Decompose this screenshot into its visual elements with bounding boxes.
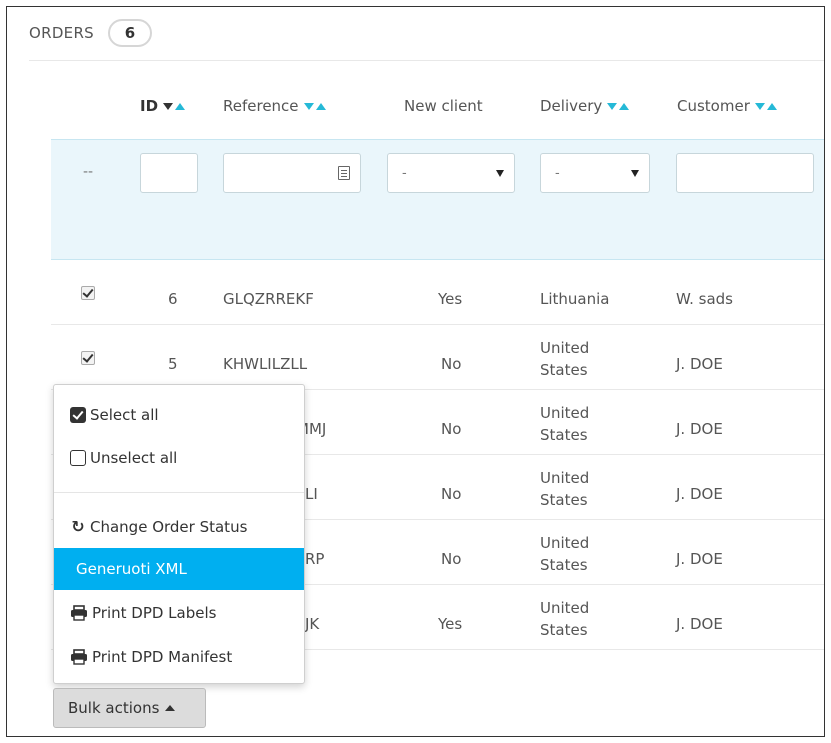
checked-box-icon bbox=[70, 407, 86, 423]
row-reference: GLQZRREKF bbox=[223, 290, 314, 308]
row-customer: J. DOE bbox=[676, 355, 723, 373]
orders-panel: ORDERS 6 ID Reference New client Deliver… bbox=[6, 6, 825, 737]
sort-asc-icon[interactable] bbox=[766, 102, 777, 110]
column-label-delivery: Delivery bbox=[540, 97, 603, 115]
column-label-reference: Reference bbox=[223, 97, 299, 115]
row-new-client: No bbox=[441, 420, 462, 438]
table-row[interactable]: 6 GLQZRREKF Yes Lithuania W. sads bbox=[51, 260, 824, 325]
row-new-client: Yes bbox=[438, 290, 463, 308]
row-delivery: Lithuania bbox=[540, 290, 610, 308]
new-client-filter-value: - bbox=[402, 165, 407, 181]
row-customer: W. sads bbox=[676, 290, 733, 308]
calendar-icon bbox=[338, 166, 350, 180]
row-reference: RP bbox=[305, 550, 325, 568]
sort-asc-icon[interactable] bbox=[619, 102, 630, 110]
row-new-client: No bbox=[441, 485, 462, 503]
row-delivery: United States bbox=[540, 599, 590, 639]
column-header-customer: Customer bbox=[677, 97, 777, 115]
row-new-client: Yes bbox=[438, 615, 463, 633]
sort-asc-icon[interactable] bbox=[175, 102, 186, 110]
customer-filter-input[interactable] bbox=[676, 153, 814, 193]
sort-asc-icon[interactable] bbox=[315, 102, 326, 110]
table-row[interactable]: 5 KHWLILZLL No United States J. DOE bbox=[51, 325, 824, 390]
chevron-down-icon bbox=[496, 169, 504, 177]
menu-item-print-manifest[interactable]: Print DPD Manifest bbox=[54, 639, 304, 675]
row-checkbox[interactable] bbox=[81, 351, 95, 365]
sort-desc-icon[interactable] bbox=[163, 102, 174, 110]
row-delivery: United States bbox=[540, 469, 590, 509]
chevron-down-icon bbox=[631, 169, 639, 177]
row-reference: LI bbox=[305, 485, 318, 503]
order-count-badge: 6 bbox=[108, 19, 153, 47]
menu-item-unselect-all[interactable]: Unselect all bbox=[54, 440, 304, 476]
sort-controls-reference bbox=[303, 102, 326, 110]
menu-item-generate-xml[interactable]: Generuoti XML bbox=[54, 548, 304, 590]
column-label-new-client: New client bbox=[404, 97, 483, 115]
row-delivery: United States bbox=[540, 339, 590, 379]
empty-box-icon bbox=[70, 450, 86, 466]
panel-heading: ORDERS 6 bbox=[29, 19, 153, 47]
panel-title: ORDERS bbox=[29, 24, 95, 42]
delivery-filter-value: - bbox=[555, 165, 560, 181]
sort-desc-icon[interactable] bbox=[607, 102, 618, 110]
delivery-filter-select[interactable]: - bbox=[540, 153, 650, 193]
column-header-reference: Reference bbox=[223, 97, 326, 115]
row-customer: J. DOE bbox=[676, 420, 723, 438]
row-reference: JK bbox=[305, 615, 320, 633]
menu-divider bbox=[54, 492, 304, 493]
column-label-id: ID bbox=[140, 97, 159, 115]
bulk-actions-menu: Select all Unselect all ↻ Change Order S… bbox=[53, 384, 305, 684]
row-id: 5 bbox=[168, 355, 178, 373]
column-label-customer: Customer bbox=[677, 97, 750, 115]
menu-item-change-status[interactable]: ↻ Change Order Status bbox=[54, 509, 304, 545]
row-customer: J. DOE bbox=[676, 615, 723, 633]
sort-desc-icon[interactable] bbox=[303, 102, 314, 110]
bulk-actions-button[interactable]: Bulk actions bbox=[53, 688, 206, 728]
menu-item-print-labels[interactable]: Print DPD Labels bbox=[54, 595, 304, 631]
sort-controls-customer bbox=[754, 102, 777, 110]
column-header-delivery: Delivery bbox=[540, 97, 630, 115]
filter-placeholder-dash: -- bbox=[83, 164, 94, 180]
row-new-client: No bbox=[441, 355, 462, 373]
sort-controls-id bbox=[163, 102, 186, 110]
row-delivery: United States bbox=[540, 404, 590, 444]
sort-controls-delivery bbox=[607, 102, 630, 110]
printer-icon bbox=[71, 605, 87, 621]
row-checkbox[interactable] bbox=[81, 286, 95, 300]
caret-up-icon bbox=[165, 705, 176, 711]
id-filter-input[interactable] bbox=[140, 153, 198, 193]
new-client-filter-select[interactable]: - bbox=[387, 153, 515, 193]
refresh-icon: ↻ bbox=[71, 517, 85, 536]
sort-desc-icon[interactable] bbox=[754, 102, 765, 110]
row-new-client: No bbox=[441, 550, 462, 568]
heading-divider bbox=[29, 60, 824, 61]
row-customer: J. DOE bbox=[676, 485, 723, 503]
printer-icon bbox=[71, 649, 87, 665]
row-id: 6 bbox=[168, 290, 178, 308]
column-header-id: ID bbox=[140, 97, 186, 115]
row-reference: KHWLILZLL bbox=[223, 355, 308, 373]
row-delivery: United States bbox=[540, 534, 590, 574]
row-customer: J. DOE bbox=[676, 550, 723, 568]
menu-item-select-all[interactable]: Select all bbox=[54, 397, 304, 433]
column-header-new-client: New client bbox=[404, 97, 483, 115]
reference-filter-input[interactable] bbox=[223, 153, 361, 193]
